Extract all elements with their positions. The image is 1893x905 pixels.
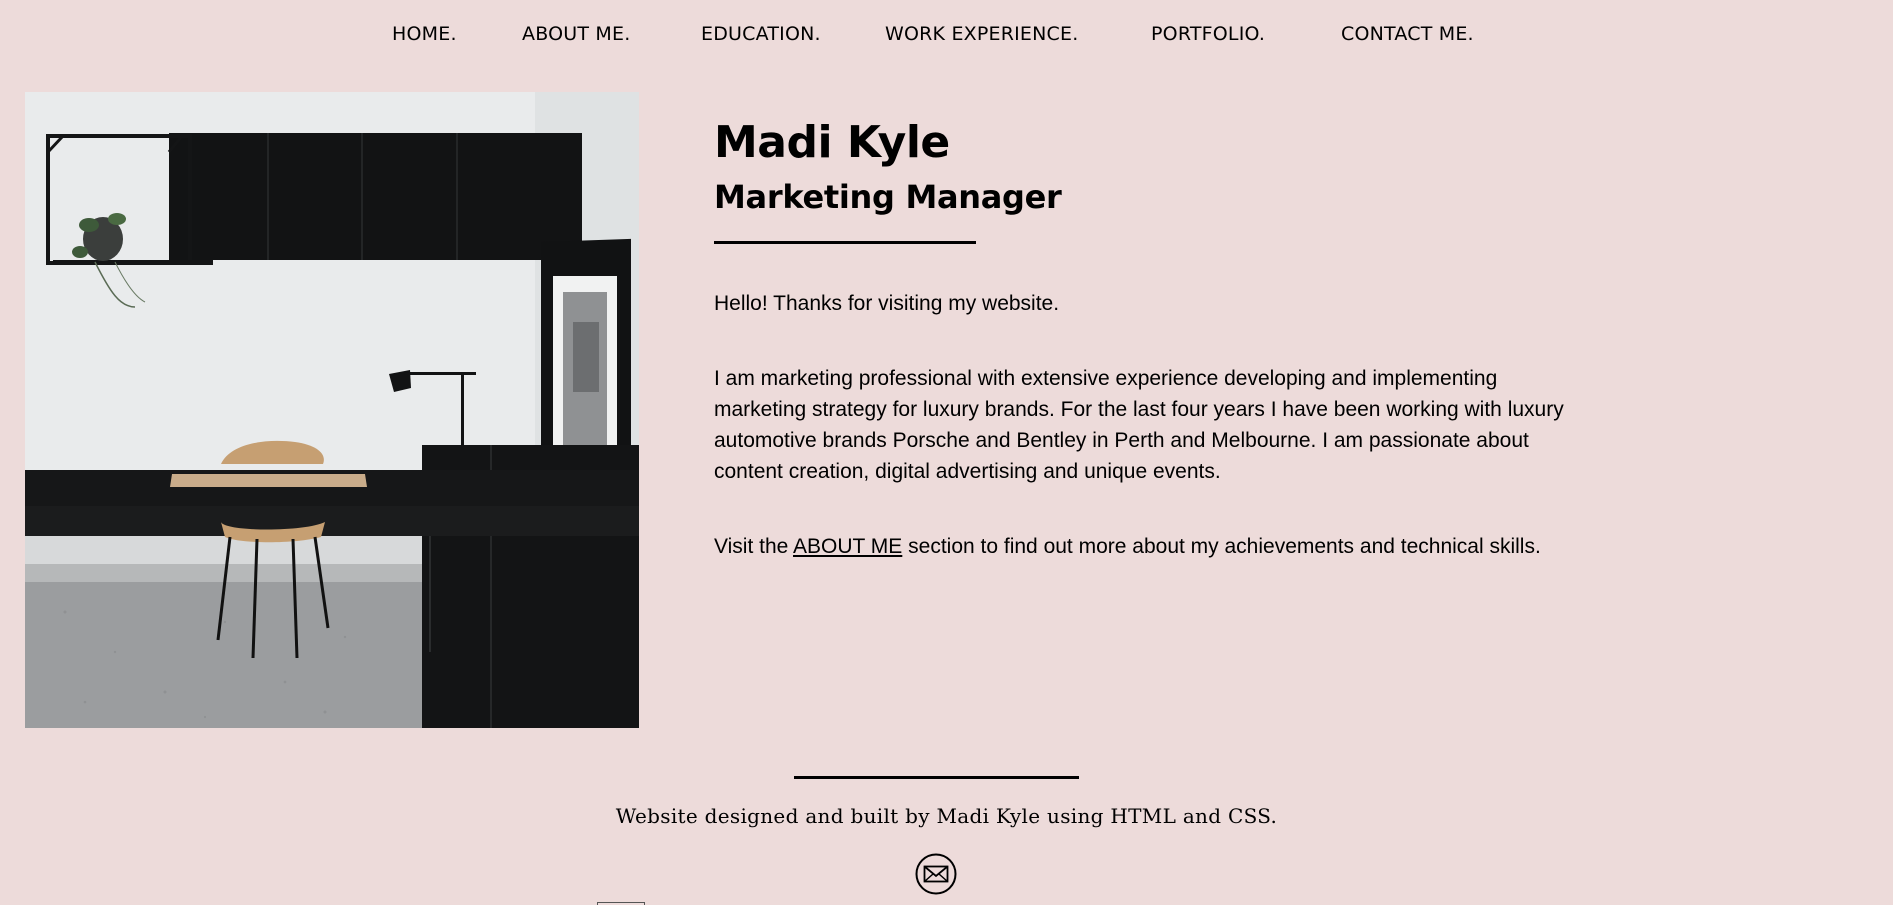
greeting-text: Hello! Thanks for visiting my website. bbox=[714, 292, 1060, 315]
main-nav: HOME. ABOUT ME. EDUCATION. WORK EXPERIEN… bbox=[0, 20, 1893, 48]
visit-text: Visit the ABOUT ME section to find out m… bbox=[714, 531, 1614, 562]
nav-contact-me-link[interactable]: CONTACT ME. bbox=[1341, 20, 1474, 48]
office-photo bbox=[25, 92, 639, 728]
intro-section: Madi Kyle Marketing Manager Hello! Thank… bbox=[714, 113, 1614, 562]
visit-prefix: Visit the bbox=[714, 535, 789, 558]
job-title: Marketing Manager bbox=[714, 178, 1062, 216]
title-divider bbox=[714, 241, 976, 244]
mail-icon[interactable] bbox=[915, 853, 957, 895]
nav-work-experience-link[interactable]: WORK EXPERIENCE. bbox=[885, 20, 1078, 48]
nav-home-link[interactable]: HOME. bbox=[392, 20, 457, 48]
page-title: Madi Kyle bbox=[714, 117, 950, 168]
nav-education-link[interactable]: EDUCATION. bbox=[701, 20, 821, 48]
bio-text: I am marketing professional with extensi… bbox=[714, 367, 1564, 483]
footer-divider bbox=[794, 776, 1079, 779]
footer-credit: Website designed and built by Madi Kyle … bbox=[615, 804, 1278, 828]
nav-about-me-link[interactable]: ABOUT ME. bbox=[522, 20, 630, 48]
about-me-inline-link[interactable]: ABOUT ME bbox=[793, 535, 902, 558]
nav-portfolio-link[interactable]: PORTFOLIO. bbox=[1151, 20, 1265, 48]
visit-suffix: section to find out more about my achiev… bbox=[908, 535, 1541, 558]
